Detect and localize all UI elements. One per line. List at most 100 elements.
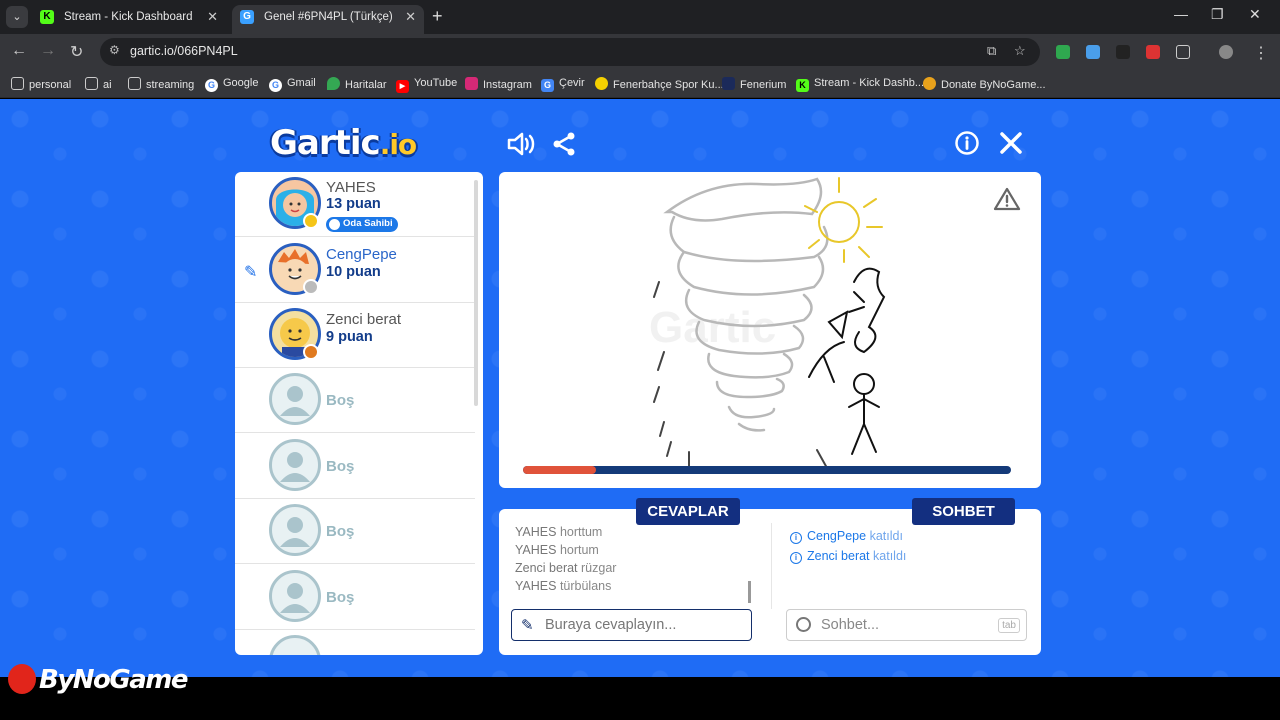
bookmark-kick[interactable]: K Stream - Kick Dashb...	[796, 77, 924, 92]
empty-slot	[235, 630, 475, 655]
sound-icon[interactable]	[507, 131, 537, 164]
bookmark-personal[interactable]: personal	[11, 77, 71, 91]
drawing: Gartic	[649, 177, 886, 473]
bookmark-label: Instagram	[483, 79, 532, 91]
answer-user: YAHES	[515, 543, 557, 557]
timer-fill	[523, 466, 597, 474]
answers-scrollbar[interactable]	[748, 581, 751, 603]
browser-tab-kick[interactable]: K Stream - Kick Dashboard ✕	[32, 5, 226, 34]
chat-message: i Zenci berat katıldı	[790, 549, 906, 564]
player-points: 9 puan	[326, 329, 373, 345]
back-icon[interactable]: ←	[11, 42, 27, 60]
bookmark-fenerium[interactable]: Fenerium	[722, 77, 786, 91]
bookmark-streaming[interactable]: streaming	[128, 77, 194, 91]
player-points: 10 puan	[326, 264, 381, 280]
bookmark-star-icon[interactable]: ☆	[1014, 43, 1026, 59]
new-tab-button[interactable]: +	[432, 6, 443, 27]
drawing-pencil-icon: ✎	[244, 264, 258, 281]
forward-icon[interactable]: →	[40, 42, 56, 60]
folder-icon	[11, 77, 24, 90]
reload-icon[interactable]: ↻	[70, 42, 83, 62]
extension-icon[interactable]	[1116, 45, 1130, 59]
info-icon: i	[790, 532, 802, 544]
drawing-canvas[interactable]: Gartic	[499, 172, 1041, 488]
browser-tab-gartic[interactable]: G Genel #6PN4PL (Türkçe) - Gartic ✕	[232, 5, 424, 34]
bookmark-cevir[interactable]: G Çevir	[541, 77, 585, 92]
bookmark-label: Çevir	[559, 77, 585, 89]
tab-chat[interactable]: SOHBET	[912, 498, 1015, 525]
bookmark-label: YouTube	[414, 77, 458, 89]
extension-icon[interactable]	[1146, 45, 1160, 59]
bookmark-label: Stream - Kick Dashb...	[814, 77, 925, 89]
chat-bubble-icon	[796, 617, 811, 632]
close-tab-icon[interactable]: ✕	[405, 5, 416, 29]
gartic-icon: G	[240, 10, 254, 24]
empty-avatar-icon	[269, 635, 321, 655]
exit-icon[interactable]	[998, 130, 1024, 163]
extensions-puzzle-icon[interactable]	[1176, 45, 1190, 59]
extension-icon[interactable]	[1056, 45, 1070, 59]
report-warning-icon[interactable]	[993, 187, 1021, 216]
site-info-icon[interactable]: ⚙	[109, 43, 120, 57]
list-item: YAHES türbülans	[515, 577, 755, 595]
answer-placeholder: Buraya cevaplayın...	[545, 617, 677, 633]
empty-slot: Boş	[235, 499, 475, 564]
answer-guess: hortum	[559, 543, 599, 557]
bookmark-bynogame[interactable]: Donate ByNoGame...	[923, 77, 1046, 91]
bookmark-fenerbahce[interactable]: Fenerbahçe Spor Ku...	[595, 77, 724, 91]
bookmark-label: Donate ByNoGame...	[941, 79, 1046, 91]
gartic-logo: Gartic.io	[270, 123, 417, 163]
instagram-icon	[465, 77, 478, 90]
player-name: Zenci berat	[326, 311, 402, 328]
bookmark-gmail[interactable]: G Gmail	[269, 77, 316, 92]
player-name: CengPepe	[326, 246, 397, 263]
address-bar[interactable]: ⚙ gartic.io/066PN4PL ⧉ ☆	[100, 38, 1040, 66]
info-icon[interactable]	[954, 130, 980, 163]
profile-avatar-icon[interactable]	[1219, 45, 1233, 59]
share-icon[interactable]	[551, 131, 577, 164]
window-close-icon[interactable]: ✕	[1249, 6, 1261, 23]
extension-icon[interactable]	[1086, 45, 1100, 59]
chat-user: CengPepe	[807, 529, 867, 543]
bookmark-label: Google	[223, 77, 259, 89]
kick-icon: K	[796, 79, 809, 92]
install-app-icon[interactable]: ⧉	[987, 43, 996, 59]
bynogame-logo-icon	[8, 664, 36, 694]
bookmark-label: Haritalar	[345, 79, 387, 91]
chat-input[interactable]: Sohbet... tab	[786, 609, 1027, 641]
panel-divider	[771, 523, 772, 609]
player-row[interactable]: ✎ CengPepe 10 puan	[235, 238, 475, 303]
list-item: YAHES hortum	[515, 541, 755, 559]
empty-slot-label: Boş	[326, 589, 355, 606]
close-tab-icon[interactable]: ✕	[207, 5, 218, 29]
bookmarks-bar: personal ai streaming G Google G Gmail Har…	[0, 70, 1280, 98]
player-points: 13 puan	[326, 196, 381, 212]
player-row[interactable]: YAHES 13 puan Oda Sahibi	[235, 172, 475, 237]
folder-icon	[85, 77, 98, 90]
room-owner-badge: Oda Sahibi	[326, 217, 398, 232]
chat-user: Zenci berat	[807, 549, 870, 563]
tab-search-dropdown-icon[interactable]: ⌄	[6, 6, 28, 28]
answer-guess: rüzgar	[581, 561, 617, 575]
minimize-icon[interactable]: —	[1174, 6, 1188, 22]
logo-text: Gartic	[270, 123, 381, 163]
chat-message: i CengPepe katıldı	[790, 529, 903, 544]
bookmark-label: Gmail	[287, 77, 316, 89]
empty-slot: Boş	[235, 368, 475, 433]
answer-input[interactable]: ✎ Buraya cevaplayın...	[511, 609, 752, 641]
bookmark-haritalar[interactable]: Haritalar	[327, 77, 387, 91]
tab-answers[interactable]: CEVAPLAR	[636, 498, 740, 525]
menu-icon[interactable]: ⋮	[1253, 43, 1269, 63]
fenerbahce-icon	[595, 77, 608, 90]
bookmark-instagram[interactable]: Instagram	[465, 77, 532, 91]
bookmark-ai[interactable]: ai	[85, 77, 112, 91]
info-icon: i	[790, 552, 802, 564]
player-row[interactable]: Zenci berat 9 puan	[235, 303, 475, 368]
maximize-icon[interactable]: ❐	[1211, 6, 1224, 23]
url-text: gartic.io/066PN4PL	[130, 44, 238, 58]
bookmark-youtube[interactable]: ▶ YouTube	[396, 77, 457, 93]
bookmark-google[interactable]: G Google	[205, 77, 258, 92]
chat-placeholder: Sohbet...	[821, 617, 880, 633]
players-scrollbar[interactable]	[474, 180, 478, 406]
answers-chat-panel: YAHES horttum YAHES hortum Zenci berat r…	[499, 509, 1041, 655]
